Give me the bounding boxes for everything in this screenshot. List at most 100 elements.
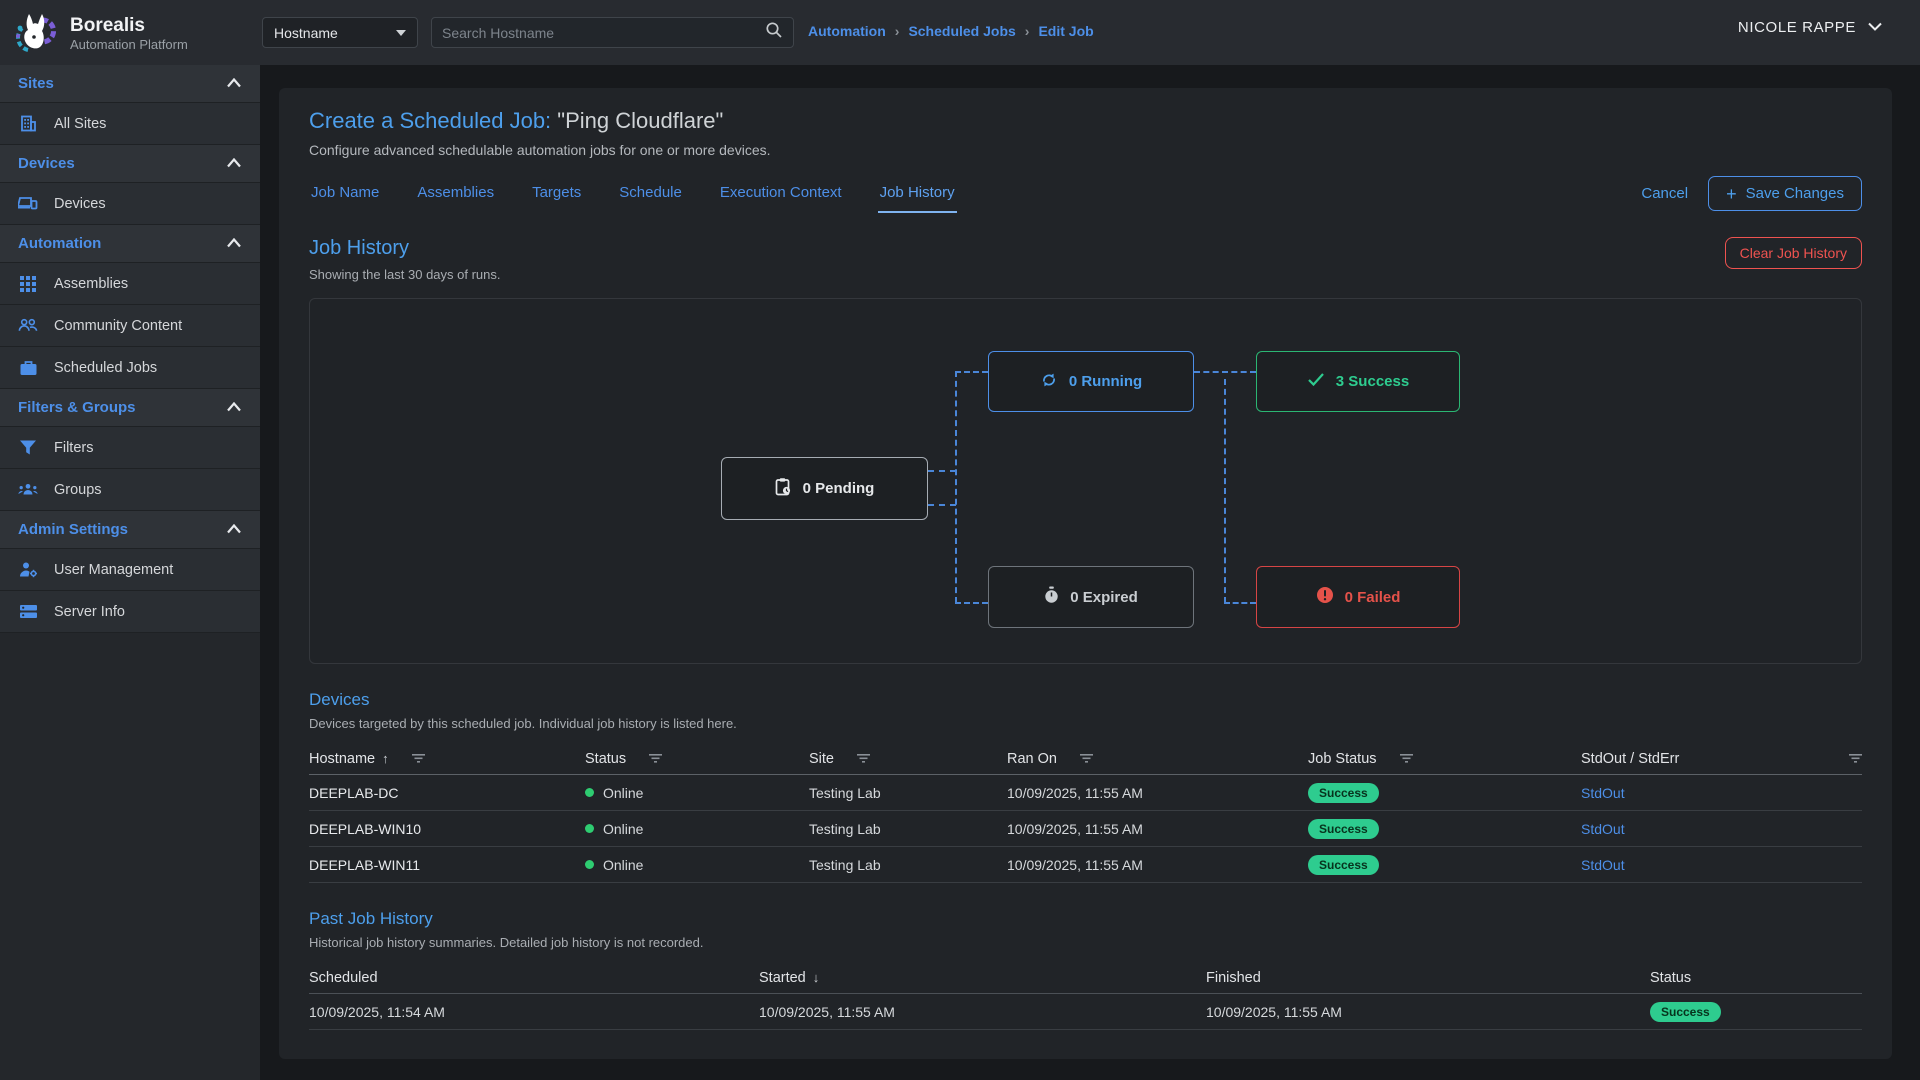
sort-ascending-icon[interactable]: ↑ (382, 751, 389, 766)
sidebar-item-all-sites[interactable]: All Sites (0, 103, 260, 145)
tab-targets[interactable]: Targets (530, 178, 583, 213)
success-count-label: 3 Success (1336, 373, 1409, 390)
filter-list-icon[interactable] (649, 754, 662, 763)
status-cell: Online (603, 785, 643, 801)
column-label: Status (585, 751, 626, 767)
sidebar-item-scheduled-jobs[interactable]: Scheduled Jobs (0, 347, 260, 389)
column-header-status[interactable]: Status (1650, 970, 1862, 986)
column-header-status[interactable]: Status (585, 751, 809, 767)
filter-list-icon[interactable] (857, 754, 870, 763)
breadcrumb-separator: › (895, 23, 900, 39)
tab-job-history[interactable]: Job History (878, 178, 957, 213)
breadcrumb-automation[interactable]: Automation (808, 23, 886, 39)
filter-list-icon[interactable] (1400, 754, 1413, 763)
check-icon (1307, 372, 1325, 391)
sidebar-section-label: Admin Settings (18, 521, 128, 538)
server-icon (18, 602, 38, 622)
chevron-up-icon (226, 235, 242, 253)
status-cell: Online (603, 857, 643, 873)
breadcrumb-separator: › (1025, 23, 1030, 39)
device-row-deeplab-win11[interactable]: DEEPLAB-WIN11 Online Testing Lab 10/09/2… (309, 847, 1862, 883)
sidebar-section-label: Devices (18, 155, 75, 172)
device-row-deeplab-win10[interactable]: DEEPLAB-WIN10 Online Testing Lab 10/09/2… (309, 811, 1862, 847)
tab-schedule[interactable]: Schedule (617, 178, 684, 213)
filter-list-icon[interactable] (1080, 754, 1093, 763)
filter-list-icon[interactable] (412, 754, 425, 763)
connector-line (928, 470, 956, 472)
cancel-button[interactable]: Cancel (1641, 185, 1688, 202)
clear-job-history-button[interactable]: Clear Job History (1725, 237, 1862, 269)
pending-status-node[interactable]: 0 Pending (721, 457, 928, 520)
sidebar-item-groups[interactable]: Groups (0, 469, 260, 511)
hostname-filter-select[interactable]: Hostname (262, 17, 418, 48)
past-job-history-subheading: Historical job history summaries. Detail… (309, 935, 1862, 950)
sidebar-section-automation[interactable]: Automation (0, 225, 260, 263)
tab-execution-context[interactable]: Execution Context (718, 178, 844, 213)
column-header-ran-on[interactable]: Ran On (1007, 751, 1308, 767)
sidebar-section-admin-settings[interactable]: Admin Settings (0, 511, 260, 549)
sidebar-item-devices[interactable]: Devices (0, 183, 260, 225)
page-title: Create a Scheduled Job: "Ping Cloudflare… (309, 108, 1862, 134)
status-badge: Success (1650, 1002, 1721, 1022)
running-status-node[interactable]: 0 Running (988, 351, 1194, 412)
search-icon[interactable] (765, 21, 783, 44)
sidebar-item-user-management[interactable]: User Management (0, 549, 260, 591)
breadcrumb-edit-job[interactable]: Edit Job (1038, 23, 1093, 39)
sidebar-item-label: Scheduled Jobs (54, 360, 157, 376)
expired-count-label: 0 Expired (1070, 589, 1138, 606)
save-changes-label: Save Changes (1746, 185, 1844, 202)
job-status-badge: Success (1308, 819, 1379, 839)
chevron-up-icon (226, 155, 242, 173)
sidebar-item-community-content[interactable]: Community Content (0, 305, 260, 347)
breadcrumb: Automation › Scheduled Jobs › Edit Job (808, 23, 1094, 39)
hostname-select-value: Hostname (274, 25, 338, 41)
ran-on-cell: 10/09/2025, 11:55 AM (1007, 785, 1308, 801)
sidebar-section-filters-groups[interactable]: Filters & Groups (0, 389, 260, 427)
success-status-node[interactable]: 3 Success (1256, 351, 1460, 412)
stdout-link[interactable]: StdOut (1581, 857, 1625, 873)
column-header-finished[interactable]: Finished (1206, 970, 1650, 986)
connector-line (955, 371, 988, 373)
column-header-stdout-stderr[interactable]: StdOut / StdErr (1581, 751, 1862, 767)
search-box[interactable] (431, 17, 794, 48)
column-label: Job Status (1308, 751, 1377, 767)
job-history-subheading: Showing the last 30 days of runs. (309, 267, 501, 282)
column-header-started[interactable]: Started ↓ (759, 970, 1206, 986)
column-header-site[interactable]: Site (809, 751, 1007, 767)
online-status-dot (585, 860, 594, 869)
failed-status-node[interactable]: 0 Failed (1256, 566, 1460, 628)
stdout-link[interactable]: StdOut (1581, 785, 1625, 801)
column-label: Status (1650, 970, 1691, 986)
site-cell: Testing Lab (809, 785, 1007, 801)
plus-icon: + (1726, 187, 1737, 201)
sidebar-section-devices[interactable]: Devices (0, 145, 260, 183)
search-input[interactable] (442, 25, 765, 41)
edit-job-card: Create a Scheduled Job: "Ping Cloudflare… (279, 88, 1892, 1059)
stdout-link[interactable]: StdOut (1581, 821, 1625, 837)
column-header-job-status[interactable]: Job Status (1308, 751, 1581, 767)
grid-icon (18, 274, 38, 294)
failed-count-label: 0 Failed (1345, 589, 1401, 606)
page-subtitle: Configure advanced schedulable automatio… (309, 142, 1862, 158)
breadcrumb-scheduled-jobs[interactable]: Scheduled Jobs (908, 23, 1015, 39)
running-count-label: 0 Running (1069, 373, 1142, 390)
sidebar-item-assemblies[interactable]: Assemblies (0, 263, 260, 305)
sidebar-item-filters[interactable]: Filters (0, 427, 260, 469)
tab-assemblies[interactable]: Assemblies (415, 178, 496, 213)
chevron-up-icon (226, 75, 242, 93)
ran-on-cell: 10/09/2025, 11:55 AM (1007, 821, 1308, 837)
column-header-hostname[interactable]: Hostname ↑ (309, 751, 585, 767)
filter-list-icon[interactable] (1849, 754, 1862, 763)
expired-status-node[interactable]: 0 Expired (988, 566, 1194, 628)
column-label: StdOut / StdErr (1581, 751, 1679, 767)
save-changes-button[interactable]: + Save Changes (1708, 176, 1862, 211)
sidebar-section-sites[interactable]: Sites (0, 65, 260, 103)
user-menu[interactable]: NICOLE RAPPE (1738, 18, 1882, 36)
past-history-row[interactable]: 10/09/2025, 11:54 AM 10/09/2025, 11:55 A… (309, 994, 1862, 1030)
sidebar-item-server-info[interactable]: Server Info (0, 591, 260, 633)
column-header-scheduled[interactable]: Scheduled (309, 970, 759, 986)
sort-descending-icon[interactable]: ↓ (813, 970, 820, 985)
tab-job-name[interactable]: Job Name (309, 178, 381, 213)
filter-icon (18, 438, 38, 458)
device-row-deeplab-dc[interactable]: DEEPLAB-DC Online Testing Lab 10/09/2025… (309, 775, 1862, 811)
